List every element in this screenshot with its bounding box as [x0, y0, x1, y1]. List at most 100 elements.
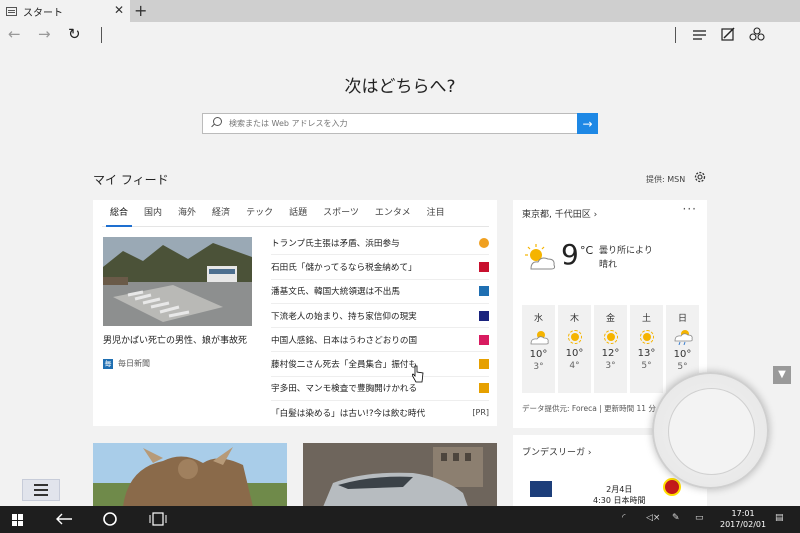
page-icon [6, 6, 17, 16]
search-box[interactable]: → [202, 113, 598, 134]
source-logo-icon [479, 286, 489, 297]
high-temp: 10° [565, 348, 584, 359]
news-tile-image[interactable] [303, 443, 497, 507]
list-item[interactable]: 潘基文氏、韓国大統領選は不出馬 [271, 280, 489, 304]
temperature-unit: °C [580, 244, 594, 257]
windows-start-icon[interactable] [12, 514, 24, 526]
web-note-icon[interactable] [720, 26, 736, 42]
tab-overseas[interactable]: 海外 [170, 200, 204, 226]
forecast-day[interactable]: 水 10° 3° [522, 305, 555, 393]
clock-time: 17:01 [731, 509, 755, 518]
search-input[interactable] [223, 114, 577, 133]
divider [675, 27, 676, 43]
task-view-icon[interactable] [149, 511, 167, 527]
source-logo-icon [479, 383, 489, 394]
source-name: 毎日新聞 [118, 359, 150, 368]
high-temp: 10° [673, 349, 692, 360]
headline-text: トランプ氏主張は矛盾、浜田参与 [271, 238, 400, 249]
tab-tech[interactable]: テック [238, 200, 281, 226]
cortana-circle-icon[interactable] [102, 511, 118, 527]
low-temp: 5° [641, 361, 652, 371]
hand-cursor-icon [412, 365, 424, 383]
sports-title[interactable]: ブンデスリーガ › [522, 445, 591, 458]
tab-featured[interactable]: 注目 [419, 200, 453, 226]
notifications-icon[interactable]: ▤ [775, 513, 784, 523]
low-temp: 5° [677, 362, 688, 372]
menu-button[interactable] [22, 479, 60, 501]
tab-topics[interactable]: 話題 [281, 200, 315, 226]
low-temp: 3° [605, 361, 616, 371]
refresh-button[interactable]: ↻ [68, 24, 81, 44]
hub-icon[interactable] [692, 28, 708, 42]
new-tab-button[interactable]: + [134, 1, 147, 20]
tab-sports[interactable]: スポーツ [315, 200, 367, 226]
keyboard-icon[interactable]: ▭ [695, 513, 704, 523]
tab-economy[interactable]: 経済 [204, 200, 238, 226]
forward-button[interactable]: → [38, 24, 51, 44]
feed-tabs: 総合 国内 海外 経済 テック 話題 スポーツ エンタメ 注目 [102, 200, 489, 227]
tab-start[interactable]: スタート ✕ [0, 0, 130, 22]
mainichi-logo-icon: 毎 [103, 358, 113, 369]
page-headline: 次はどちらへ? [344, 77, 456, 97]
weather-description: 曇り所により晴れ [599, 246, 653, 270]
list-item[interactable]: 下流老人の始まり、持ち家信仰の現実 [271, 304, 489, 329]
sun-icon [603, 330, 618, 344]
volume-icon[interactable]: ◁× [646, 513, 660, 523]
list-item[interactable]: トランプ氏主張は矛盾、浜田参与 [271, 231, 489, 256]
list-item[interactable]: 「白髪は染める」は古い!?今は飲む時代 [PR] [271, 401, 489, 425]
tab-close-icon[interactable]: ✕ [114, 3, 124, 17]
more-icon[interactable]: ··· [683, 202, 697, 216]
sun-icon [639, 330, 654, 344]
taskbar-clock[interactable]: 17:01 2017/02/01 [720, 508, 766, 530]
high-temp: 13° [637, 348, 656, 359]
menu-icon [34, 489, 48, 491]
news-card: 総合 国内 海外 経済 テック 話題 スポーツ エンタメ 注目 男児かばい死亡の… [93, 200, 497, 426]
list-item[interactable]: 石田氏「儲かってるなら税金納めて」 [271, 255, 489, 280]
forecast-day[interactable]: 金 12° 3° [594, 305, 627, 393]
pr-badge: [PR] [472, 408, 489, 418]
high-temp: 10° [529, 349, 548, 360]
list-item[interactable]: 宇多田、マンモ検査で豊胸開けかれる [271, 377, 489, 402]
main-headline[interactable]: 男児かばい死亡の男性、娘が事故死 [103, 333, 247, 346]
day-label: 水 [533, 314, 543, 324]
headline-text: 下流老人の始まり、持ち家信仰の現実 [271, 311, 417, 322]
tab-domestic[interactable]: 国内 [136, 200, 170, 226]
day-label: 土 [641, 314, 651, 324]
gear-icon[interactable] [693, 170, 707, 184]
headline-text: 「白髪は染める」は古い!?今は飲む時代 [271, 409, 426, 420]
share-icon[interactable] [749, 26, 765, 42]
forecast-day[interactable]: 木 10° 4° [558, 305, 591, 393]
source-logo-icon [479, 261, 489, 272]
current-temperature: 9 [561, 238, 579, 271]
tab-entertainment[interactable]: エンタメ [367, 200, 419, 226]
low-temp: 4° [569, 361, 580, 371]
news-photo[interactable] [103, 237, 252, 326]
team-logo-icon [663, 478, 681, 496]
list-item[interactable]: 中国人感銘、日本はうわさどおりの国 [271, 328, 489, 353]
partly-cloudy-icon [525, 244, 556, 270]
touch-pointer-overlay[interactable] [652, 372, 769, 489]
wifi-icon[interactable]: ◜ [622, 513, 626, 523]
feed-provider: 提供: MSN [646, 175, 686, 184]
tab-general[interactable]: 総合 [102, 200, 136, 227]
rain-cloud-icon [674, 330, 693, 345]
news-tile-image[interactable] [93, 443, 287, 507]
forecast-day[interactable]: 土 13° 5° [630, 305, 663, 393]
day-label: 金 [605, 314, 615, 324]
match-time: 4:30 日本時間 [593, 496, 646, 505]
source-logo-icon [479, 310, 489, 321]
back-arrow-icon[interactable] [55, 512, 73, 526]
tab-strip: スタート ✕ + [0, 0, 800, 22]
back-button[interactable]: ← [8, 24, 21, 44]
forecast-days: 水 10° 3° 木 10° 4° 金 12° 3° 土 13° 5° 日 10… [522, 305, 699, 393]
search-go-button[interactable]: → [577, 113, 598, 134]
main-source: 毎 毎日新聞 [103, 358, 150, 369]
weather-location[interactable]: 東京都, 千代田区 › [522, 207, 597, 220]
scroll-down-button[interactable]: ▼ [773, 366, 791, 384]
clock-date: 2017/02/01 [720, 520, 767, 529]
day-label: 木 [569, 314, 579, 324]
tab-title: スタート [23, 7, 63, 19]
list-item[interactable]: 藤村俊二さん死去「全員集合」振付も [271, 352, 489, 377]
pen-icon[interactable]: ✎ [672, 513, 680, 523]
source-logo-icon [479, 237, 489, 248]
